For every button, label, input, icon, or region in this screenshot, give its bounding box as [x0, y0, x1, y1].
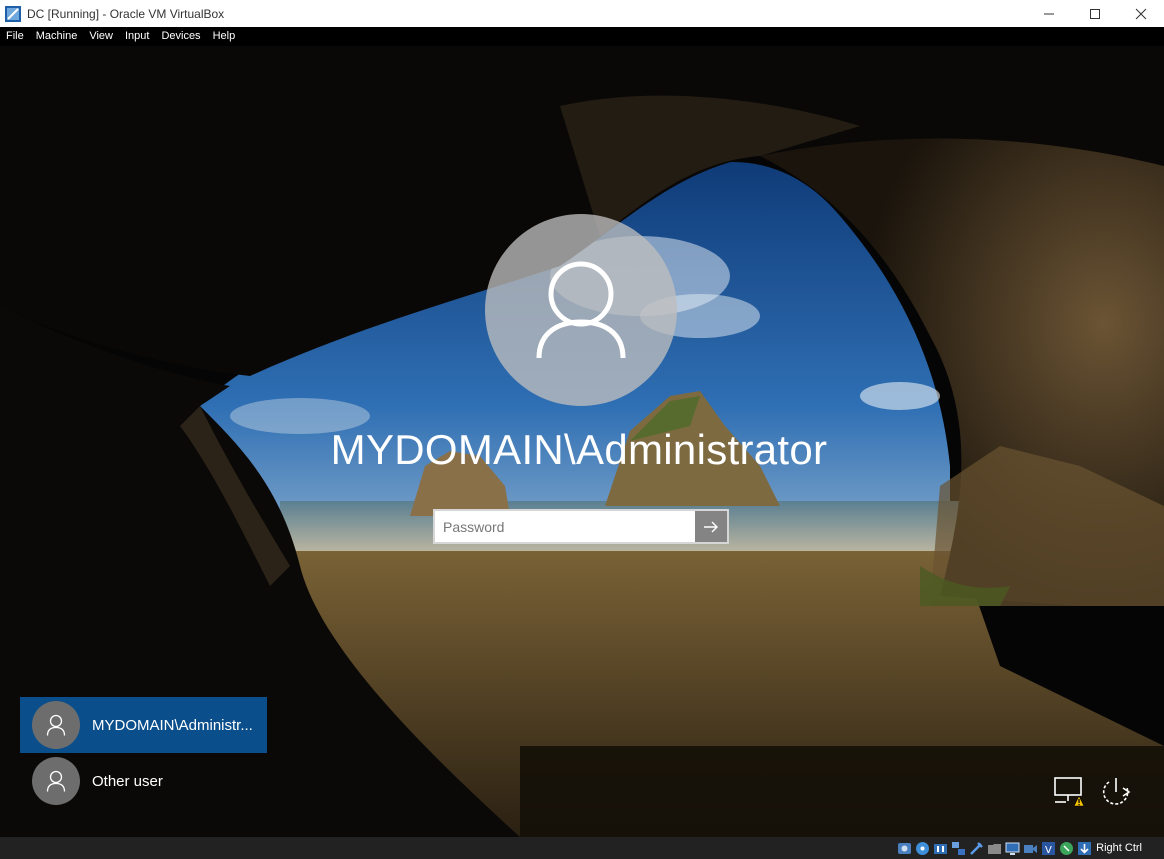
login-username: MYDOMAIN\Administrator: [330, 426, 828, 473]
audio-icon[interactable]: [933, 841, 948, 856]
shared-folders-icon[interactable]: [987, 841, 1002, 856]
usb-icon[interactable]: [969, 841, 984, 856]
menu-input[interactable]: Input: [119, 27, 155, 46]
menu-help[interactable]: Help: [207, 27, 242, 46]
password-submit-button[interactable]: [695, 511, 727, 542]
optical-drive-icon[interactable]: [915, 841, 930, 856]
close-icon: [1135, 8, 1147, 19]
user-list: MYDOMAIN\Administr... Other user: [20, 697, 267, 809]
hard-disk-icon[interactable]: [897, 841, 912, 856]
menu-devices[interactable]: Devices: [155, 27, 206, 46]
network-icon[interactable]: [951, 841, 966, 856]
user-item-label: MYDOMAIN\Administr...: [92, 716, 253, 734]
title-bar: DC [Running] - Oracle VM VirtualBox: [0, 0, 1164, 27]
close-button[interactable]: [1118, 0, 1164, 27]
menu-bar: File Machine View Input Devices Help: [0, 27, 1164, 46]
minimize-icon: [1044, 13, 1054, 14]
arrow-right-icon: [704, 521, 718, 532]
user-icon: [46, 770, 66, 792]
window-title: DC [Running] - Oracle VM VirtualBox: [27, 6, 225, 21]
virtualization-icon[interactable]: V: [1041, 841, 1056, 856]
avatar: [32, 757, 80, 805]
keyboard-icon[interactable]: [1077, 841, 1092, 856]
user-item-other-user[interactable]: Other user: [20, 753, 267, 809]
avatar: [32, 701, 80, 749]
user-icon: [536, 261, 626, 359]
display-icon[interactable]: [1005, 841, 1020, 856]
power-button[interactable]: [1098, 773, 1134, 809]
maximize-button[interactable]: [1072, 0, 1118, 27]
user-item-administrator[interactable]: MYDOMAIN\Administr...: [20, 697, 267, 753]
user-avatar-large: [485, 214, 677, 406]
menu-machine[interactable]: Machine: [30, 27, 84, 46]
menu-view[interactable]: View: [83, 27, 119, 46]
menu-file[interactable]: File: [0, 27, 30, 46]
minimize-button[interactable]: [1026, 0, 1072, 27]
video-capture-icon[interactable]: [1023, 841, 1038, 856]
password-box: [433, 509, 729, 544]
host-key-label: Right Ctrl: [1096, 842, 1142, 854]
svg-text:V: V: [1045, 845, 1052, 856]
network-warning-icon: [1054, 777, 1085, 807]
network-button[interactable]: [1051, 773, 1087, 809]
power-icon: [1102, 778, 1131, 805]
mouse-integration-icon[interactable]: [1059, 841, 1074, 856]
maximize-icon: [1090, 8, 1100, 19]
user-icon: [46, 714, 66, 736]
vm-display[interactable]: MYDOMAIN\Administrator MYDOMAIN\Administ…: [0, 46, 1164, 837]
user-item-label: Other user: [92, 772, 163, 790]
virtualbox-app-icon[interactable]: [5, 5, 21, 22]
password-input[interactable]: [435, 511, 695, 542]
status-bar: V Right Ctrl: [0, 837, 1164, 859]
